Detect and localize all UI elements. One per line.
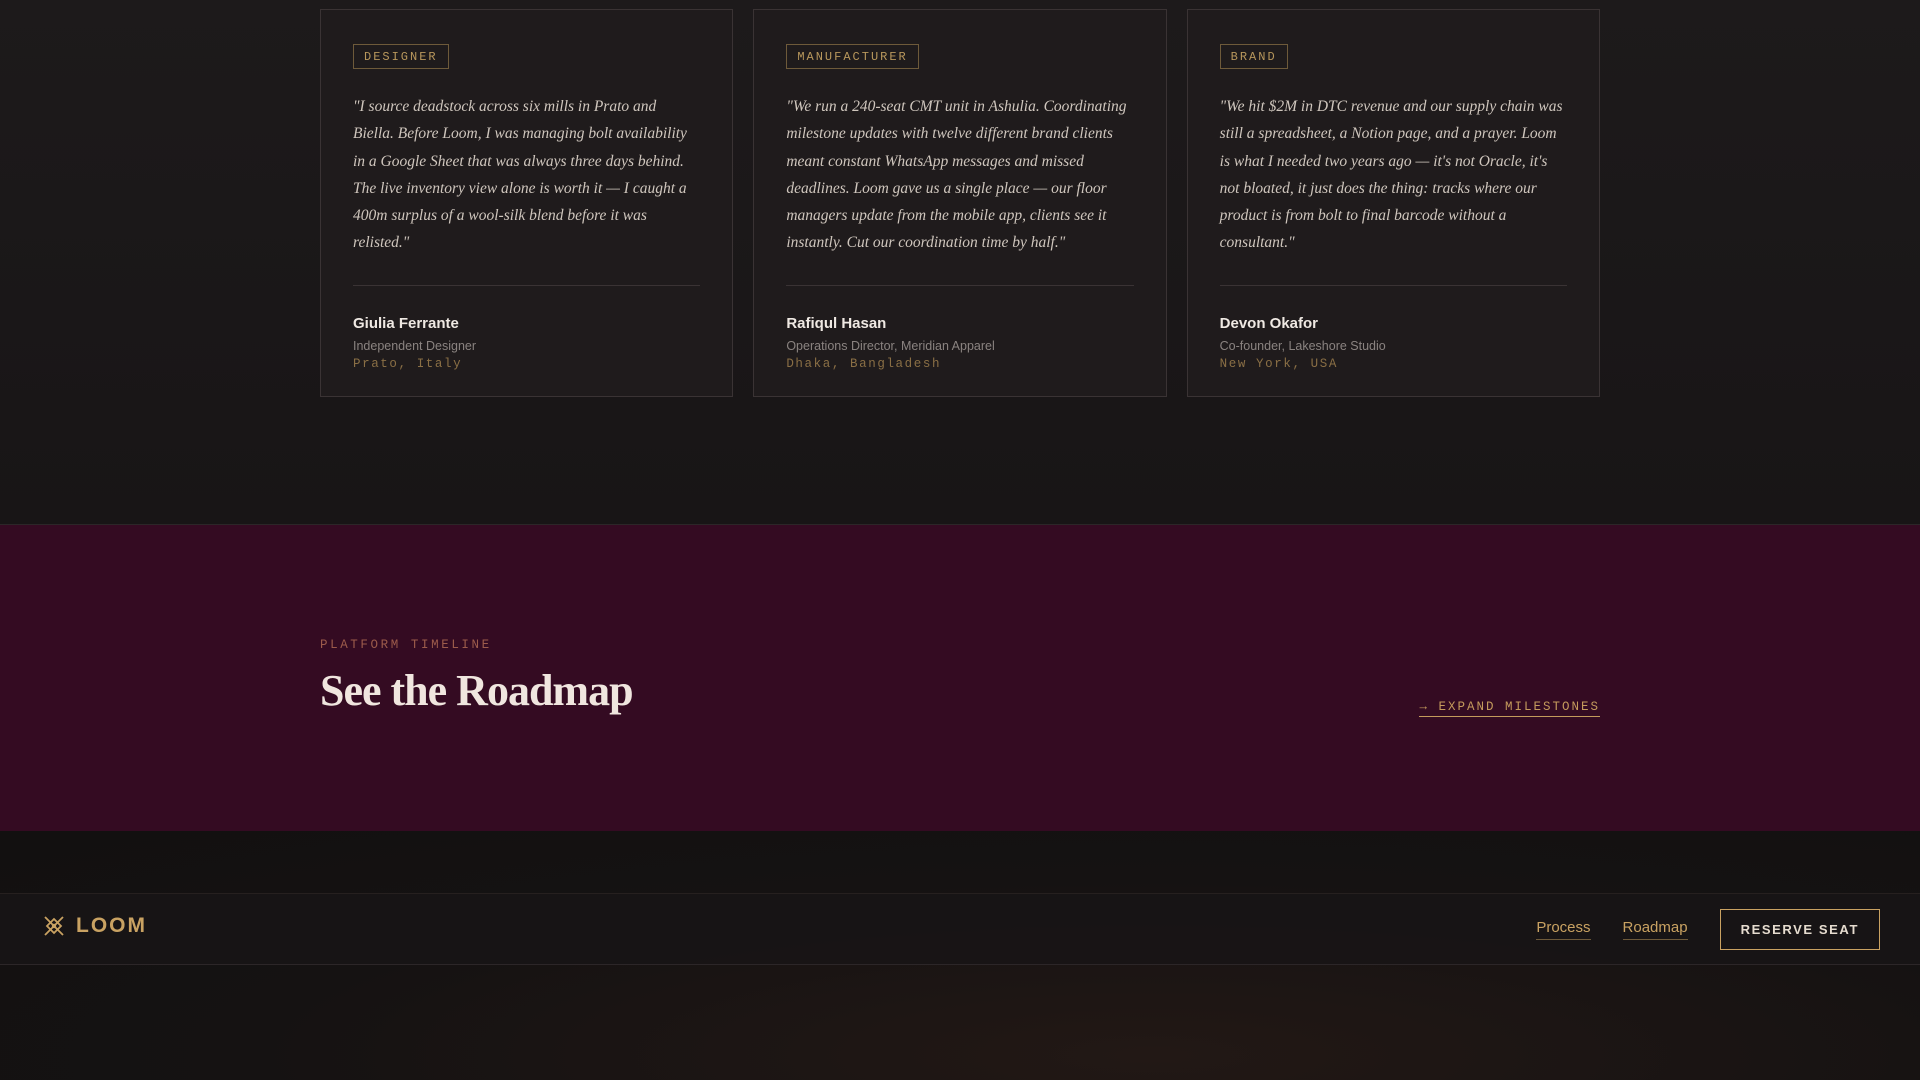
- reserve-seat-button[interactable]: RESERVE SEAT: [1719, 909, 1880, 950]
- nav-links: Process Roadmap RESERVE SEAT: [1536, 909, 1880, 950]
- testimonial-quote: "We run a 240-seat CMT unit in Ashulia. …: [786, 98, 1127, 252]
- author-role: Independent Designer: [353, 339, 477, 353]
- logo[interactable]: LOOM: [42, 914, 147, 938]
- testimonial-tag: BRAND: [1219, 44, 1288, 69]
- testimonial-tag: MANUFACTURER: [786, 44, 919, 69]
- testimonial-author: Devon Okafor Co-founder, Lakeshore Studi…: [1220, 315, 1386, 371]
- author-name: Rafiqul Hasan: [786, 315, 887, 332]
- card-divider: [353, 285, 701, 286]
- testimonial-author: Rafiqul Hasan Operations Director, Merid…: [786, 315, 994, 371]
- author-name: Giulia Ferrante: [353, 315, 459, 332]
- author-location: Prato, Italy: [353, 357, 463, 371]
- author-location: New York, USA: [1219, 357, 1338, 371]
- testimonials-section: DESIGNER "I source deadstock across six …: [0, 0, 1920, 525]
- navbar: LOOM Process Roadmap RESERVE SEAT: [0, 893, 1920, 965]
- loom-knot-icon: [44, 916, 64, 936]
- testimonial-tag: DESIGNER: [353, 44, 449, 69]
- roadmap-title: See the Roadmap: [320, 666, 634, 715]
- card-divider: [786, 285, 1134, 286]
- nav-link-process[interactable]: Process: [1536, 919, 1591, 940]
- testimonial-card-designer: DESIGNER "I source deadstock across six …: [320, 9, 734, 397]
- testimonial-quote: "We hit $2M in DTC revenue and our suppl…: [1219, 98, 1563, 252]
- author-location: Dhaka, Bangladesh: [786, 357, 942, 371]
- footer-area: LOOM Process Roadmap RESERVE SEAT: [0, 831, 1920, 1080]
- testimonial-quote: "I source deadstock across six mills in …: [353, 98, 687, 252]
- testimonial-card-manufacturer: MANUFACTURER "We run a 240-seat CMT unit…: [753, 9, 1167, 397]
- nav-link-roadmap[interactable]: Roadmap: [1622, 919, 1688, 940]
- roadmap-section: PLATFORM TIMELINE See the Roadmap → EXPA…: [0, 525, 1920, 831]
- logo-text: LOOM: [76, 914, 147, 937]
- author-name: Devon Okafor: [1219, 315, 1319, 332]
- expand-milestones-link[interactable]: → EXPAND MILESTONES: [1419, 700, 1600, 717]
- author-role: Operations Director, Meridian Apparel: [786, 339, 995, 353]
- testimonial-card-brand: BRAND "We hit $2M in DTC revenue and our…: [1186, 9, 1600, 397]
- card-divider: [1219, 285, 1567, 286]
- testimonial-author: Giulia Ferrante Independent Designer Pra…: [353, 315, 476, 371]
- author-role: Co-founder, Lakeshore Studio: [1219, 339, 1386, 353]
- testimonial-cards: DESIGNER "I source deadstock across six …: [320, 9, 1600, 397]
- roadmap-eyebrow: PLATFORM TIMELINE: [320, 638, 492, 652]
